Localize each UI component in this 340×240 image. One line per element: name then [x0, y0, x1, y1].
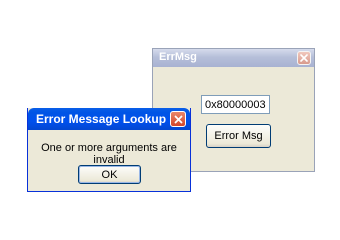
error-lookup-close-button[interactable] — [170, 111, 186, 127]
error-lookup-dialog: Error Message Lookup One or more argumen… — [27, 108, 191, 192]
close-icon — [300, 54, 308, 62]
errmsg-title: ErrMsg — [159, 51, 197, 63]
error-code-input[interactable] — [201, 95, 270, 114]
error-msg-button[interactable]: Error Msg — [206, 124, 271, 148]
errmsg-titlebar[interactable]: ErrMsg — [153, 49, 314, 67]
error-message-text: One or more arguments are invalid — [41, 142, 177, 166]
close-icon — [174, 115, 182, 123]
error-lookup-title: Error Message Lookup — [36, 112, 167, 126]
errmsg-close-button[interactable] — [297, 51, 311, 65]
ok-button[interactable]: OK — [78, 165, 141, 184]
error-lookup-titlebar[interactable]: Error Message Lookup — [28, 108, 190, 130]
